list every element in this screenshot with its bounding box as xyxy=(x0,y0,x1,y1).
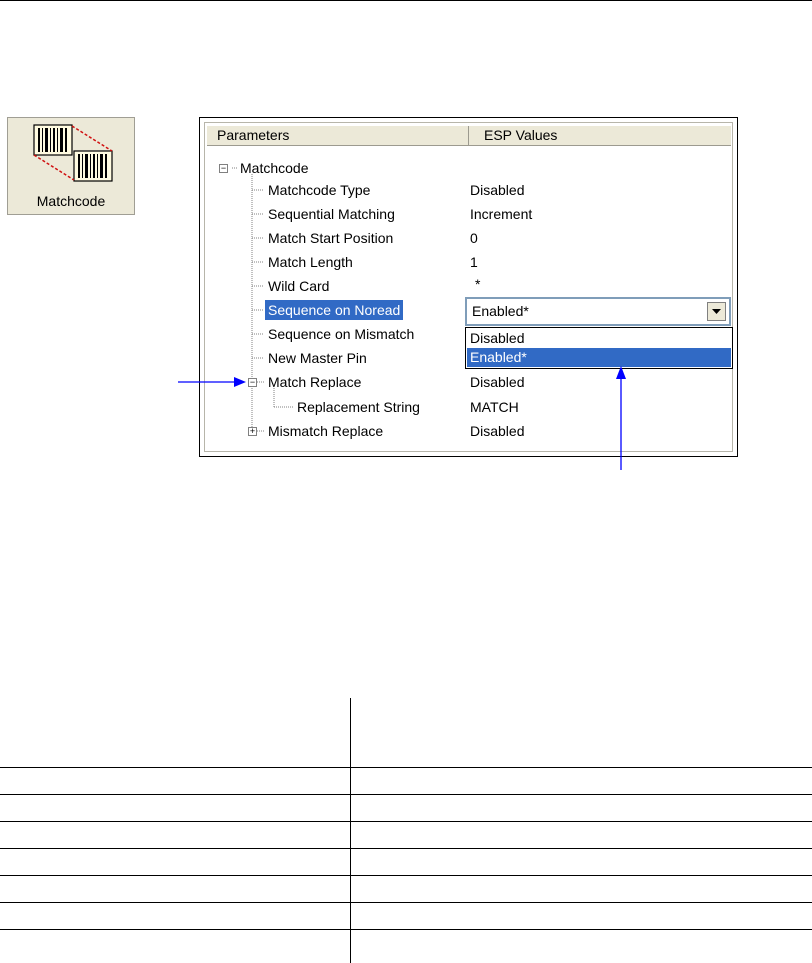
table-row-divider xyxy=(0,875,812,876)
column-header-esp-values[interactable]: ESP Values xyxy=(469,126,731,146)
dropdown-option-disabled[interactable]: Disabled xyxy=(467,329,731,348)
matchcode-button[interactable]: Matchcode xyxy=(7,117,135,215)
tree-node-new-master-pin[interactable]: New Master Pin xyxy=(268,348,367,368)
top-rule xyxy=(0,0,812,1)
combobox-selected-value: Enabled* xyxy=(472,303,529,319)
column-header-parameters[interactable]: Parameters xyxy=(207,126,469,146)
barcode-match-icon xyxy=(33,124,113,182)
tree-node-sequential-matching[interactable]: Sequential Matching xyxy=(268,204,395,224)
sequence-on-noread-combobox[interactable]: Enabled* xyxy=(465,297,731,326)
tree-node-matchcode-type[interactable]: Matchcode Type xyxy=(268,180,370,200)
plus-icon: + xyxy=(249,426,256,436)
value-wild-card[interactable]: * xyxy=(475,274,480,294)
tree-node-sequence-on-noread[interactable]: Sequence on Noread xyxy=(265,300,404,320)
value-mismatch-replace[interactable]: Disabled xyxy=(470,421,524,441)
table-row-divider xyxy=(0,929,812,930)
tree-node-matchcode[interactable]: Matchcode xyxy=(240,158,308,178)
value-sequential-matching[interactable]: Increment xyxy=(470,204,532,224)
value-matchcode-type[interactable]: Disabled xyxy=(470,180,524,200)
chevron-down-icon xyxy=(712,309,721,314)
matchcode-button-label: Matchcode xyxy=(36,193,106,209)
tree-node-match-length[interactable]: Match Length xyxy=(268,252,353,272)
tree-node-match-start-position[interactable]: Match Start Position xyxy=(268,228,393,248)
table-row-divider xyxy=(0,821,812,822)
tree-collapse-toggle-match-replace[interactable]: − xyxy=(248,378,257,387)
dropdown-option-enabled[interactable]: Enabled* xyxy=(467,348,731,367)
tree-node-sequence-on-mismatch[interactable]: Sequence on Mismatch xyxy=(268,324,414,344)
tree-expand-toggle-mismatch-replace[interactable]: + xyxy=(248,427,257,436)
minus-icon: − xyxy=(249,377,256,387)
dropdown-list: Disabled Enabled* xyxy=(465,327,733,369)
dropdown-arrow-button[interactable] xyxy=(707,302,726,321)
value-replacement-string[interactable]: MATCH xyxy=(470,397,519,417)
table-row-divider xyxy=(0,794,812,795)
value-match-length[interactable]: 1 xyxy=(470,252,478,272)
tree-collapse-toggle-matchcode[interactable]: − xyxy=(219,164,228,173)
tree-node-wild-card[interactable]: Wild Card xyxy=(268,276,329,296)
value-match-replace[interactable]: Disabled xyxy=(470,372,524,392)
tree-node-match-replace[interactable]: Match Replace xyxy=(268,372,361,392)
tree-node-replacement-string[interactable]: Replacement String xyxy=(297,397,420,417)
table-row-divider xyxy=(0,902,812,903)
tree-node-mismatch-replace[interactable]: Mismatch Replace xyxy=(268,421,383,441)
minus-icon: − xyxy=(220,163,227,173)
table-column-divider xyxy=(350,698,351,963)
table-row-divider xyxy=(0,848,812,849)
value-match-start-position[interactable]: 0 xyxy=(470,228,478,248)
table-row-divider xyxy=(0,767,812,768)
